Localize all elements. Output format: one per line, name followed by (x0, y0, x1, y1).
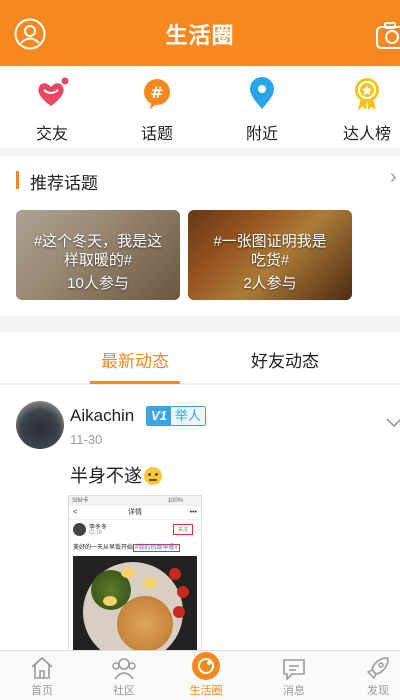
chevron-right-icon[interactable]: › (390, 166, 397, 189)
screenshot-nav-title: 详情 (128, 509, 142, 516)
screenshot-battery: 100% (167, 498, 183, 504)
quicknav-label: 达人榜 (342, 126, 391, 143)
screenshot-more-icon: ••• (189, 509, 197, 516)
recommended-topics: 推荐话题 › #这个冬天，我是这样取暖的# 10人参与 #一张图证明我是吃货# … (0, 156, 400, 316)
feed-post[interactable]: Aikachin V1 举人 11-30 半身不遂 SIM卡 100% < 详情… (0, 385, 400, 650)
nav-item-home[interactable]: 首页 (2, 655, 82, 698)
post-image[interactable]: SIM卡 100% < 详情 ••• 李冬冬 02-18 关注 美好的一天从早饭… (68, 495, 202, 650)
bottom-nav: 首页 社区 生活圈 消息 发现 (0, 650, 400, 700)
topic-title: #一张图证明我是吃货# (213, 233, 327, 269)
nav-label: 发现 (367, 685, 389, 697)
nav-item-community[interactable]: 社区 (84, 655, 164, 698)
egg-slice (103, 596, 117, 606)
quicknav-item-nearby[interactable]: 附近 (212, 76, 312, 144)
app-header: 生活圈 (0, 0, 400, 66)
quicknav-label: 话题 (140, 126, 173, 143)
heart-icon (34, 76, 70, 112)
life-circle-icon (191, 651, 221, 681)
screenshot-status-bar: SIM卡 100% (69, 496, 201, 506)
post-date: 11-30 (70, 432, 103, 447)
rocket-icon (365, 655, 391, 681)
screenshot-carrier: SIM卡 (72, 498, 89, 504)
quicknav-label: 附近 (245, 126, 278, 143)
tab-latest[interactable]: 最新动态 (75, 347, 195, 372)
food-photo (73, 556, 197, 650)
quicknav-label: 交友 (35, 126, 68, 143)
home-icon (29, 655, 55, 681)
post-text-content: 半身不遂 (70, 466, 142, 486)
topic-card[interactable]: #这个冬天，我是这样取暖的# 10人参与 (16, 210, 180, 300)
screenshot-follow: 关注 (172, 524, 193, 535)
egg-slice (143, 578, 157, 588)
topic-count: 10人参与 (67, 275, 129, 292)
tomato (173, 606, 185, 618)
screenshot-nav: < 详情 ••• (69, 506, 201, 520)
screenshot-caption-text: 美好的一天从早饭开始 (73, 545, 134, 551)
section-title: 推荐话题 (30, 174, 98, 193)
frown-emoji-icon (144, 467, 162, 485)
hashtag-icon: # (139, 76, 175, 112)
medal-icon (349, 76, 385, 112)
screenshot-date: 02-18 (89, 530, 102, 536)
nav-item-discover[interactable]: 发现 (338, 655, 400, 698)
badge-title: 举人 (170, 407, 205, 425)
level-badge: V1 举人 (146, 406, 206, 426)
tab-friends[interactable]: 好友动态 (225, 347, 345, 372)
screenshot-back-icon: < (73, 509, 78, 516)
tomato (169, 568, 181, 580)
topic-count: 2人参与 (243, 275, 297, 292)
badge-level: V1 (147, 407, 171, 425)
screenshot-caption: 美好的一天从早饭开始 #我的別致早餐# (69, 540, 201, 554)
post-text: 半身不遂 (70, 462, 162, 488)
svg-text:#: # (150, 83, 163, 102)
quicknav-item-topics[interactable]: # 话题 (107, 76, 207, 144)
community-icon (111, 655, 137, 681)
location-pin-icon (244, 76, 280, 112)
screenshot-avatar (73, 523, 86, 536)
nav-label: 消息 (283, 685, 305, 697)
topic-title: #这个冬天，我是这样取暖的# (33, 233, 163, 269)
nav-item-messages[interactable]: 消息 (254, 655, 334, 698)
message-icon (281, 655, 307, 681)
section-accent-bar (16, 171, 19, 189)
nav-item-life-circle[interactable]: 生活圈 (166, 652, 246, 698)
screenshot-user: 李冬冬 02-18 关注 (69, 520, 201, 540)
egg-slice (121, 568, 135, 578)
tomato (177, 586, 189, 598)
feed-tabs: 最新动态 好友动态 (0, 332, 400, 384)
post-username[interactable]: Aikachin (70, 406, 134, 426)
topic-card[interactable]: #一张图证明我是吃货# 2人参与 (188, 210, 352, 300)
screenshot-caption-tag: #我的別致早餐# (133, 544, 180, 552)
page-title: 生活圈 (165, 23, 235, 48)
quicknav-item-friends[interactable]: 交友 (2, 76, 102, 144)
nav-label: 生活圈 (189, 685, 223, 697)
nav-label: 社区 (113, 685, 135, 697)
camera-icon[interactable] (376, 22, 400, 50)
active-tab-indicator (90, 381, 180, 384)
quicknav-item-ranking[interactable]: 达人榜 (317, 76, 400, 144)
chevron-down-icon[interactable] (384, 415, 400, 429)
fried-rice (117, 596, 173, 650)
quick-nav: 交友 # 话题 附近 达人榜 (0, 66, 400, 148)
avatar[interactable] (16, 401, 64, 449)
nav-label: 首页 (31, 685, 53, 697)
